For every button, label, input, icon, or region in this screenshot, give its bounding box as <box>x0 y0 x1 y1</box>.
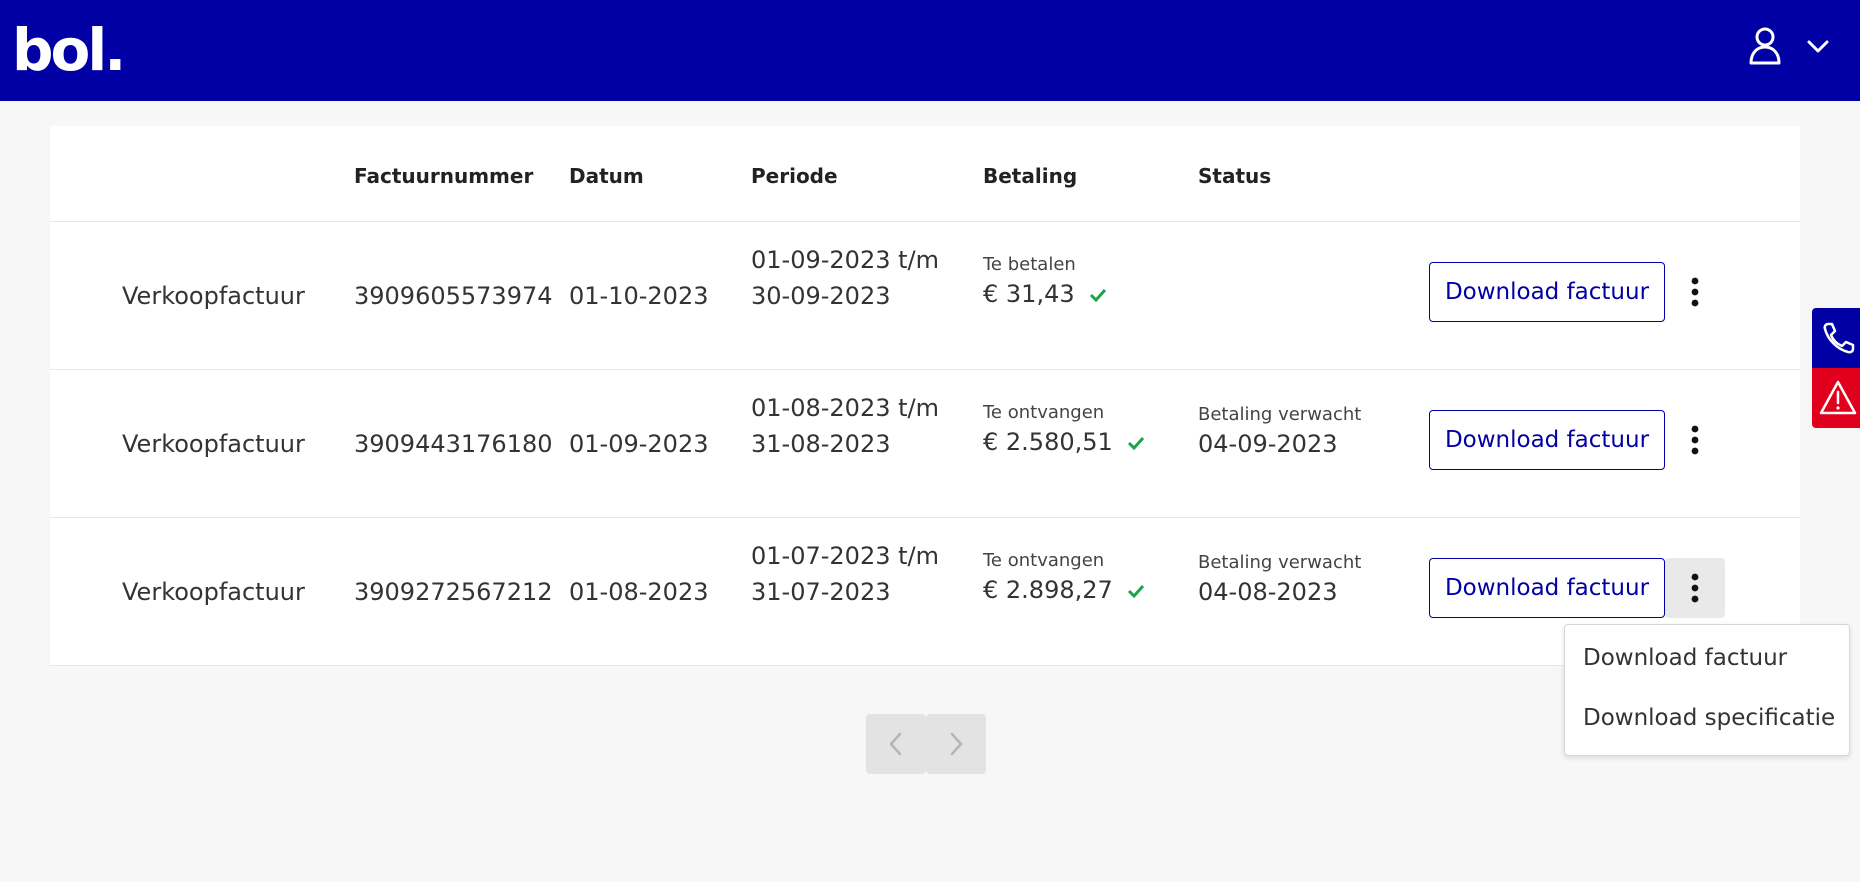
invoice-number: 3909605573974 <box>354 282 553 310</box>
payment-amount: € 2.580,51 <box>983 424 1145 460</box>
download-factuur-button[interactable]: Download factuur <box>1429 410 1665 470</box>
kebab-menu-icon <box>1691 425 1699 455</box>
invoice-number: 3909443176180 <box>354 430 553 458</box>
payment-amount-value: € 31,43 <box>983 280 1075 308</box>
contact-phone-button[interactable] <box>1812 308 1860 368</box>
more-options-button[interactable] <box>1665 558 1725 618</box>
more-options-menu: Download factuur Download specificatie <box>1564 624 1850 756</box>
top-bar: bol. <box>0 0 1860 101</box>
status-date: 04-09-2023 <box>1198 430 1338 458</box>
column-header-betaling: Betaling <box>983 164 1078 188</box>
column-header-status: Status <box>1198 164 1272 188</box>
column-header-datum: Datum <box>569 164 644 188</box>
invoice-period-end: 31-07-2023 <box>751 578 891 606</box>
payment-label: Te ontvangen <box>983 402 1105 423</box>
status-label: Betaling verwacht <box>1198 552 1362 573</box>
warning-icon <box>1819 380 1857 415</box>
invoice-period-start: 01-08-2023 t/m <box>751 394 939 422</box>
menu-item-download-specificatie[interactable]: Download specificatie <box>1583 705 1835 731</box>
payment-label: Te ontvangen <box>983 550 1105 571</box>
invoice-date: 01-08-2023 <box>569 578 709 606</box>
chevron-down-icon[interactable] <box>1806 36 1830 56</box>
download-factuur-button[interactable]: Download factuur <box>1429 558 1665 618</box>
invoice-type: Verkoopfactuur <box>122 578 305 606</box>
payment-amount: € 31,43 <box>983 276 1107 312</box>
invoice-date: 01-10-2023 <box>569 282 709 310</box>
table-row: Verkoopfactuur 3909443176180 01-09-2023 … <box>50 370 1800 518</box>
report-issue-button[interactable] <box>1812 368 1860 428</box>
bol-logo[interactable]: bol. <box>12 10 126 90</box>
payment-amount-value: € 2.580,51 <box>983 428 1113 456</box>
table-header: Factuurnummer Datum Periode Betaling Sta… <box>50 126 1800 222</box>
table-row: Verkoopfactuur 3909605573974 01-10-2023 … <box>50 222 1800 370</box>
payment-label: Te betalen <box>983 254 1076 275</box>
phone-icon <box>1823 322 1855 354</box>
check-icon <box>1127 584 1144 598</box>
check-icon <box>1127 436 1144 450</box>
status-date: 04-08-2023 <box>1198 578 1338 606</box>
menu-item-download-factuur[interactable]: Download factuur <box>1583 645 1787 671</box>
payment-amount: € 2.898,27 <box>983 572 1145 608</box>
chevron-left-icon <box>889 732 902 756</box>
more-options-button[interactable] <box>1665 410 1725 470</box>
previous-page-button[interactable] <box>866 714 926 774</box>
check-icon <box>1089 288 1106 302</box>
chevron-right-icon <box>950 732 963 756</box>
more-options-button[interactable] <box>1665 262 1725 322</box>
table-row: Verkoopfactuur 3909272567212 01-08-2023 … <box>50 518 1800 666</box>
invoice-type: Verkoopfactuur <box>122 282 305 310</box>
invoice-period-start: 01-09-2023 t/m <box>751 246 939 274</box>
invoice-period-end: 30-09-2023 <box>751 282 891 310</box>
status-label: Betaling verwacht <box>1198 404 1362 425</box>
user-icon[interactable] <box>1748 26 1782 66</box>
kebab-menu-icon <box>1691 573 1699 603</box>
invoice-table: Factuurnummer Datum Periode Betaling Sta… <box>50 126 1800 666</box>
invoice-period-start: 01-07-2023 t/m <box>751 542 939 570</box>
column-header-periode: Periode <box>751 164 838 188</box>
invoice-date: 01-09-2023 <box>569 430 709 458</box>
invoice-number: 3909272567212 <box>354 578 553 606</box>
invoice-type: Verkoopfactuur <box>122 430 305 458</box>
invoice-period-end: 31-08-2023 <box>751 430 891 458</box>
column-header-factuurnummer: Factuurnummer <box>354 164 534 188</box>
payment-amount-value: € 2.898,27 <box>983 576 1113 604</box>
next-page-button[interactable] <box>926 714 986 774</box>
download-factuur-button[interactable]: Download factuur <box>1429 262 1665 322</box>
kebab-menu-icon <box>1691 277 1699 307</box>
